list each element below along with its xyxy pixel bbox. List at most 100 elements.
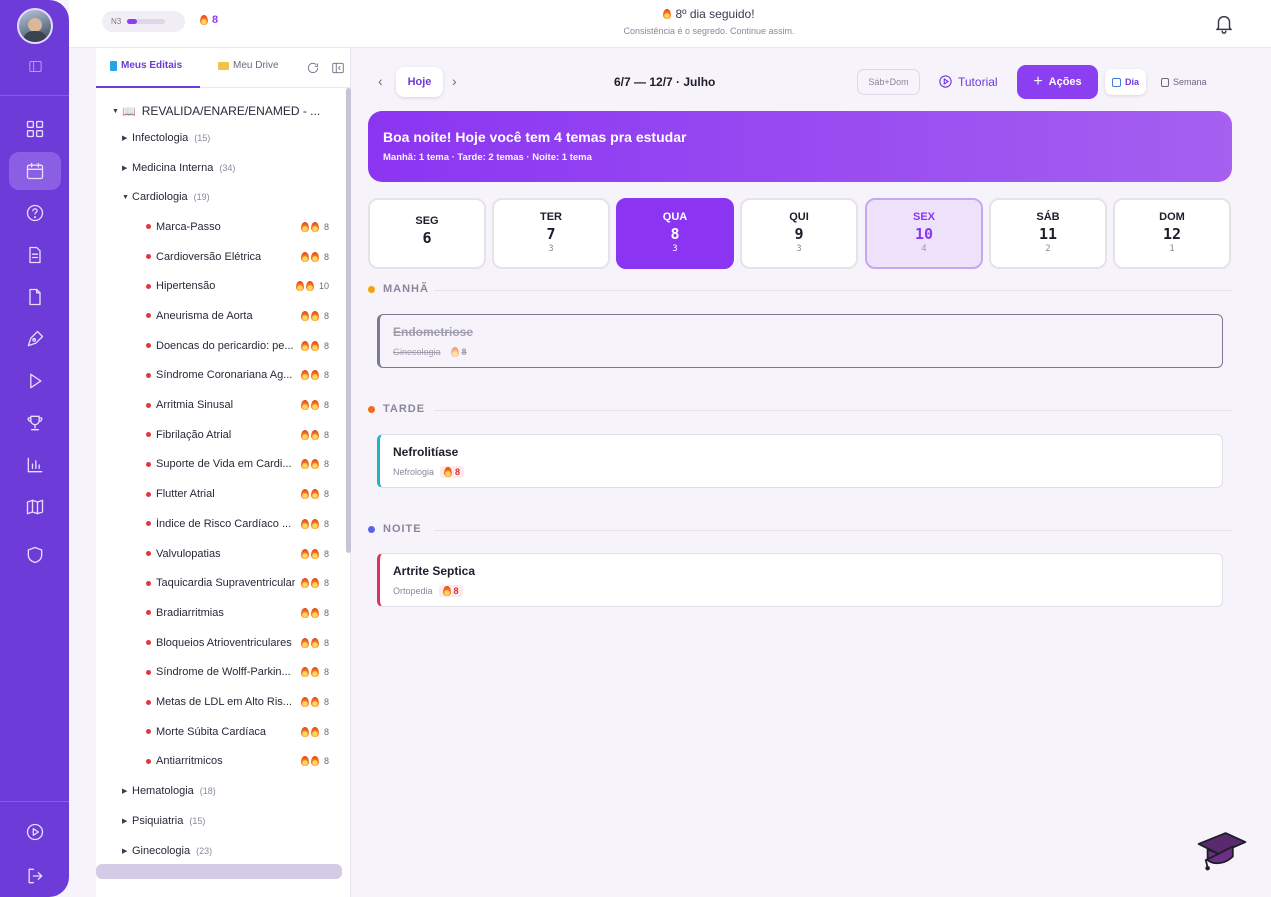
tree-topic[interactable]: Valvulopatias bbox=[146, 548, 221, 560]
flame-icon bbox=[301, 697, 309, 707]
level-label: N3 bbox=[111, 17, 122, 26]
status-dot bbox=[146, 402, 151, 408]
tree-topic[interactable]: Metas de LDL em Alto Ris... bbox=[146, 696, 292, 708]
streak-message: 8º dia seguido! Consistência é o segredo… bbox=[509, 7, 909, 36]
pen-tool-icon[interactable] bbox=[9, 320, 61, 358]
dashboard-icon[interactable] bbox=[9, 110, 61, 148]
status-dot bbox=[146, 254, 151, 259]
panel-scrollbar[interactable] bbox=[346, 88, 351, 553]
flame-icon bbox=[311, 578, 319, 589]
prev-week-icon[interactable]: ‹ bbox=[378, 73, 383, 89]
tree-topic[interactable]: Bradiarritmias bbox=[146, 607, 224, 619]
view-toggle: Dia Semana bbox=[1105, 68, 1228, 96]
tab-meu-drive[interactable]: Meu Drive bbox=[218, 60, 279, 71]
day-card-sáb[interactable]: SÁB 11 2 bbox=[989, 198, 1107, 269]
tree-topic[interactable]: Suporte de Vida em Cardi... bbox=[146, 458, 292, 470]
category-label: Cardiologia bbox=[132, 191, 188, 204]
view-week-button[interactable]: Semana bbox=[1154, 69, 1214, 95]
tree-category[interactable]: ▶ Medicina Interna (34) bbox=[122, 162, 235, 174]
day-card-dom[interactable]: DOM 12 1 bbox=[1113, 198, 1231, 269]
flame-icon bbox=[301, 251, 309, 262]
tree-topic[interactable]: Doencas do pericardio: pe... bbox=[146, 340, 294, 352]
avatar[interactable] bbox=[17, 8, 53, 44]
flame-icon bbox=[301, 756, 309, 767]
expand-icon: ▼ bbox=[112, 107, 119, 115]
category-label: Medicina Interna bbox=[132, 161, 214, 174]
play-icon[interactable] bbox=[9, 362, 61, 400]
tree-topic[interactable]: Hipertensão bbox=[146, 280, 215, 292]
flame-icon bbox=[311, 370, 319, 381]
actions-button[interactable]: + Ações bbox=[1017, 65, 1098, 99]
collapse-panel-icon[interactable] bbox=[331, 61, 345, 75]
category-count: (19) bbox=[193, 192, 210, 203]
day-card-ter[interactable]: TER 7 3 bbox=[492, 198, 610, 269]
document-icon[interactable] bbox=[9, 236, 61, 274]
graduation-cap-icon[interactable] bbox=[1195, 829, 1249, 880]
tree-topic[interactable]: Bloqueios Atrioventriculares bbox=[146, 637, 292, 649]
topic-label: Arritmia Sinusal bbox=[156, 399, 234, 411]
tree-category[interactable]: ▶ Psiquiatria (15) bbox=[122, 815, 205, 827]
topic-card-night[interactable]: Artrite Septica Ortopedia 8 bbox=[377, 553, 1223, 607]
topic-label: Antiarritmicos bbox=[156, 755, 223, 768]
status-dot bbox=[146, 313, 151, 319]
shield-icon[interactable] bbox=[9, 536, 61, 574]
play-circle-icon[interactable] bbox=[9, 813, 61, 851]
tree-category[interactable]: ▼ Cardiologia (19) bbox=[122, 191, 210, 203]
topic-card-morning[interactable]: Endometriose Ginecologia 8 bbox=[377, 314, 1223, 368]
day-name: QUA bbox=[662, 211, 688, 223]
collapse-sidebar-icon[interactable] bbox=[9, 47, 61, 85]
file-icon[interactable] bbox=[9, 278, 61, 316]
panel-horizontal-scrollbar[interactable] bbox=[96, 864, 342, 879]
day-card-seg[interactable]: SEG 6 bbox=[368, 198, 486, 269]
tree-category[interactable]: ▶ Infectologia (15) bbox=[122, 132, 210, 144]
status-dot bbox=[146, 432, 151, 438]
next-week-icon[interactable]: › bbox=[452, 73, 457, 89]
day-card-sex[interactable]: SEX 10 4 bbox=[865, 198, 983, 269]
level-indicator[interactable]: N3 bbox=[102, 11, 185, 32]
tree-topic[interactable]: Índice de Risco Cardíaco ... bbox=[146, 518, 291, 530]
tree-topic[interactable]: Aneurisma de Aorta bbox=[146, 310, 253, 322]
tree-topic[interactable]: Síndrome de Wolff-Parkin... bbox=[146, 666, 291, 678]
folder-icon bbox=[218, 61, 229, 70]
day-name: SEX bbox=[912, 211, 935, 223]
weekend-toggle[interactable]: Sáb+Dom bbox=[857, 69, 920, 95]
tree-topic[interactable]: Taquicardia Supraventricular bbox=[146, 577, 295, 589]
flame-icon bbox=[200, 15, 208, 25]
chart-icon[interactable] bbox=[9, 446, 61, 484]
tree-topic[interactable]: Marca-Passo bbox=[146, 221, 221, 233]
tab-meus-editais[interactable]: Meus Editais bbox=[110, 60, 182, 71]
section-afternoon: TARDE bbox=[368, 403, 1232, 415]
flame-icon bbox=[301, 459, 309, 470]
topic-card-afternoon[interactable]: Nefrolitíase Nefrologia 8 bbox=[377, 434, 1223, 488]
streak-counter[interactable]: 8 bbox=[200, 14, 218, 26]
tree-topic[interactable]: Fibrilação Atrial bbox=[146, 429, 231, 441]
bell-icon[interactable] bbox=[1213, 12, 1235, 39]
tree-topic[interactable]: Flutter Atrial bbox=[146, 488, 215, 500]
tree-topic[interactable]: Síndrome Coronariana Ag... bbox=[146, 369, 292, 381]
tree-topic[interactable]: Cardioversão Elétrica bbox=[146, 251, 261, 263]
tree-topic[interactable]: Arritmia Sinusal bbox=[146, 399, 233, 411]
category-count: (18) bbox=[199, 786, 216, 797]
refresh-icon[interactable] bbox=[306, 61, 320, 75]
help-icon[interactable] bbox=[9, 194, 61, 232]
day-card-qua[interactable]: QUA 8 3 bbox=[616, 198, 734, 269]
topic-label: Índice de Risco Cardíaco ... bbox=[156, 517, 292, 530]
day-card-qui[interactable]: QUI 9 3 bbox=[740, 198, 858, 269]
tree-category[interactable]: ▶ Ginecologia (23) bbox=[122, 845, 212, 857]
card-badge-value: 8 bbox=[455, 467, 461, 477]
tree-topic[interactable]: Morte Súbita Cardíaca bbox=[146, 726, 266, 738]
tree-topic[interactable]: Antiarritmicos bbox=[146, 755, 223, 767]
expand-icon: ▼ bbox=[122, 193, 129, 201]
tree-root[interactable]: ▼ 📖 REVALIDA/ENARE/ENAMED - ... bbox=[112, 104, 342, 118]
map-icon[interactable] bbox=[9, 488, 61, 526]
trophy-icon[interactable] bbox=[9, 404, 61, 442]
logout-icon[interactable] bbox=[9, 857, 61, 895]
status-dot bbox=[146, 758, 151, 764]
tutorial-button[interactable]: Tutorial bbox=[938, 74, 998, 89]
topic-streak: 8 bbox=[301, 726, 329, 737]
view-day-button[interactable]: Dia bbox=[1105, 69, 1147, 95]
tree-category[interactable]: ▶ Hematologia (18) bbox=[122, 785, 216, 797]
calendar-icon[interactable] bbox=[9, 152, 61, 190]
today-button[interactable]: Hoje bbox=[396, 67, 443, 97]
tree-root-label: REVALIDA/ENARE/ENAMED - ... bbox=[141, 104, 321, 118]
